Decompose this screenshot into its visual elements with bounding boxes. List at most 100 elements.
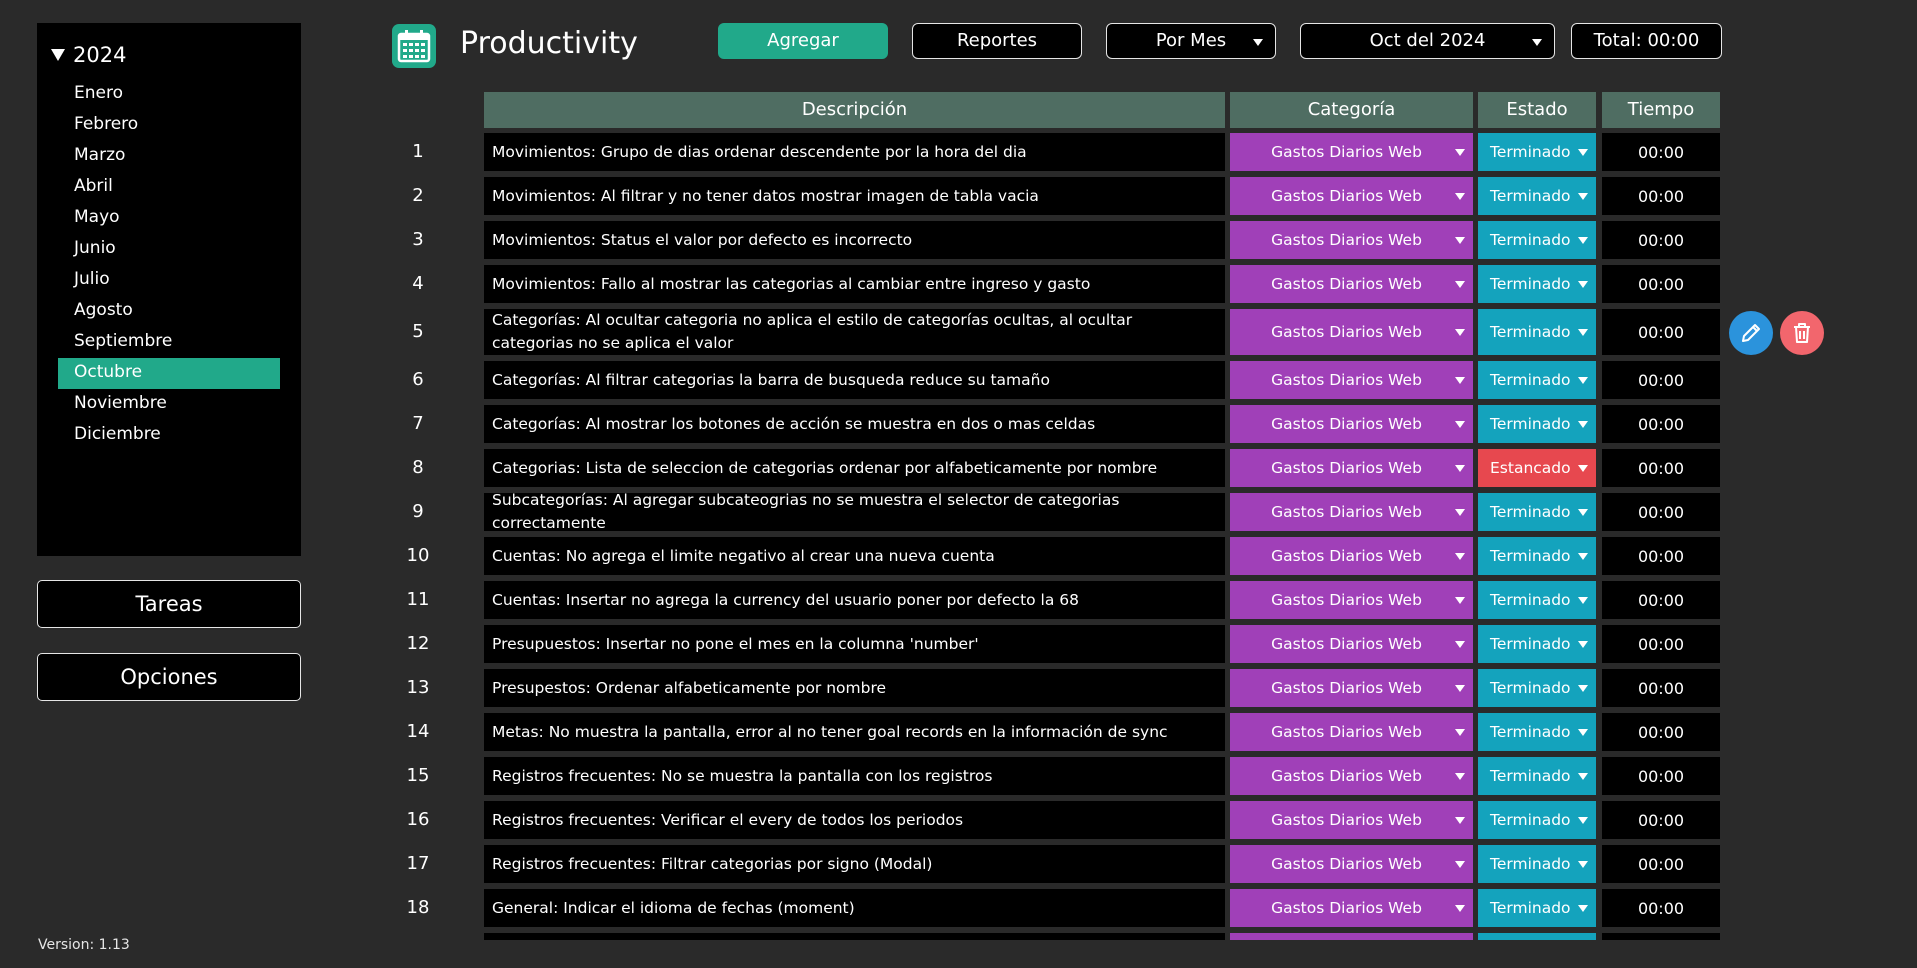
description-cell[interactable]: Movimientos: Grupo de dias ordenar desce… xyxy=(484,133,1225,171)
category-select[interactable]: Gastos Diarios Web xyxy=(1230,309,1473,355)
category-select[interactable]: Gastos Diarios Web xyxy=(1230,625,1473,663)
category-value: Gastos Diarios Web xyxy=(1271,811,1422,829)
category-select[interactable]: Gastos Diarios Web xyxy=(1230,713,1473,751)
time-cell: 00:00 xyxy=(1602,669,1720,707)
category-select[interactable]: Gastos Diarios Web xyxy=(1230,757,1473,795)
table-row[interactable]: 3 Movimientos: Status el valor por defect… xyxy=(0,221,1917,261)
status-select[interactable]: Terminado xyxy=(1478,625,1596,663)
year-toggle[interactable]: 2024 xyxy=(51,43,126,67)
status-select[interactable]: Terminado xyxy=(1478,801,1596,839)
category-value: Gastos Diarios Web xyxy=(1271,547,1422,565)
agregar-button[interactable]: Agregar xyxy=(718,23,888,59)
status-select[interactable]: Terminado xyxy=(1478,309,1596,355)
description-cell[interactable]: Registros frecuentes: No se muestra la p… xyxy=(484,757,1225,795)
edit-button[interactable] xyxy=(1729,311,1773,355)
category-select[interactable]: Gastos Diarios Web xyxy=(1230,493,1473,531)
status-select[interactable]: Terminado xyxy=(1478,713,1596,751)
status-select[interactable]: Terminado xyxy=(1478,669,1596,707)
status-select[interactable]: Estancado xyxy=(1478,449,1596,487)
category-select[interactable]: Gastos Diarios Web xyxy=(1230,133,1473,171)
status-select[interactable]: Terminado xyxy=(1478,757,1596,795)
table-row[interactable]: 18 General: Indicar el idioma de fechas (… xyxy=(0,889,1917,929)
category-select[interactable]: Gastos Diarios Web xyxy=(1230,221,1473,259)
category-select[interactable]: Gastos Diarios Web xyxy=(1230,537,1473,575)
table-row[interactable]: 13 Presupestos: Ordenar alfabeticamente p… xyxy=(0,669,1917,709)
table-row[interactable]: 11 Cuentas: Insertar no agrega la currenc… xyxy=(0,581,1917,621)
category-value: Gastos Diarios Web xyxy=(1271,323,1422,341)
table-row[interactable]: 16 Registros frecuentes: Verificar el eve… xyxy=(0,801,1917,841)
reportes-button[interactable]: Reportes xyxy=(912,23,1082,59)
status-select[interactable]: Terminado xyxy=(1478,405,1596,443)
status-value: Terminado xyxy=(1490,635,1571,653)
row-number: 9 xyxy=(412,501,424,522)
description-cell[interactable]: Categorias: Lista de seleccion de catego… xyxy=(484,449,1225,487)
status-select[interactable]: Terminado xyxy=(1478,221,1596,259)
category-select[interactable]: Gastos Diarios Web xyxy=(1230,581,1473,619)
column-header-estado[interactable]: Estado xyxy=(1478,92,1596,128)
table-row[interactable]: 7 Categorías: Al mostrar los botones de a… xyxy=(0,405,1917,445)
description-cell[interactable]: Metas: No muestra la pantalla, error al … xyxy=(484,713,1225,751)
chevron-down-icon xyxy=(1578,281,1588,288)
description-cell[interactable]: Registros frecuentes: Verificar el every… xyxy=(484,801,1225,839)
time-cell xyxy=(1602,933,1720,940)
status-select[interactable]: Terminado xyxy=(1478,845,1596,883)
status-select[interactable]: Terminado xyxy=(1478,889,1596,927)
description-cell[interactable]: Categorías: Al ocultar categoria no apli… xyxy=(484,309,1225,355)
time-cell: 00:00 xyxy=(1602,133,1720,171)
status-select[interactable]: Terminado xyxy=(1478,493,1596,531)
category-select[interactable]: Gastos Diarios Web xyxy=(1230,405,1473,443)
periodo-select[interactable]: Por Mes xyxy=(1106,23,1276,59)
mes-select[interactable]: Oct del 2024 xyxy=(1300,23,1555,59)
table-row[interactable]: 6 Categorías: Al filtrar categorias la ba… xyxy=(0,361,1917,401)
table-row[interactable]: 9 Subcategorías: Al agregar subcateogrias… xyxy=(0,491,1917,533)
column-header-descripcion[interactable]: Descripción xyxy=(484,92,1225,128)
table-row[interactable]: 14 Metas: No muestra la pantalla, error a… xyxy=(0,713,1917,753)
description-cell[interactable]: Categorías: Al filtrar categorias la bar… xyxy=(484,361,1225,399)
table-row[interactable]: 2 Movimientos: Al filtrar y no tener dato… xyxy=(0,177,1917,217)
table-row[interactable]: 5 Categorías: Al ocultar categoria no apl… xyxy=(0,309,1917,357)
chevron-down-icon xyxy=(1455,149,1465,156)
description-cell[interactable]: Presupestos: Ordenar alfabeticamente por… xyxy=(484,669,1225,707)
status-select[interactable]: Terminado xyxy=(1478,581,1596,619)
column-header-tiempo[interactable]: Tiempo xyxy=(1602,92,1720,128)
table-row[interactable]: 15 Registros frecuentes: No se muestra la… xyxy=(0,757,1917,797)
status-select[interactable]: Terminado xyxy=(1478,133,1596,171)
column-header-categoria[interactable]: Categoría xyxy=(1230,92,1473,128)
status-value: Terminado xyxy=(1490,547,1571,565)
description-cell[interactable]: Categorías: Al mostrar los botones de ac… xyxy=(484,405,1225,443)
category-select[interactable]: Gastos Diarios Web xyxy=(1230,889,1473,927)
description-cell[interactable]: General: Indicar el idioma de fechas (mo… xyxy=(484,889,1225,927)
category-select[interactable]: Gastos Diarios Web xyxy=(1230,845,1473,883)
chevron-down-icon xyxy=(1455,641,1465,648)
chevron-down-icon xyxy=(1578,817,1588,824)
category-select[interactable]: Gastos Diarios Web xyxy=(1230,177,1473,215)
table-row[interactable]: 12 Presupuestos: Insertar no pone el mes … xyxy=(0,625,1917,665)
delete-button[interactable] xyxy=(1780,311,1824,355)
table-row[interactable]: 10 Cuentas: No agrega el limite negativo … xyxy=(0,537,1917,577)
chevron-down-icon xyxy=(1455,237,1465,244)
category-select[interactable]: Gastos Diarios Web xyxy=(1230,669,1473,707)
description-cell[interactable]: Movimientos: Al filtrar y no tener datos… xyxy=(484,177,1225,215)
category-select[interactable]: Gastos Diarios Web xyxy=(1230,265,1473,303)
table-row[interactable]: 17 Registros frecuentes: Filtrar categori… xyxy=(0,845,1917,885)
status-select[interactable]: Terminado xyxy=(1478,361,1596,399)
chevron-down-icon xyxy=(1455,421,1465,428)
category-select[interactable]: Gastos Diarios Web xyxy=(1230,361,1473,399)
table-row[interactable]: 4 Movimientos: Fallo al mostrar las categ… xyxy=(0,265,1917,305)
table-row[interactable]: 8 Categorias: Lista de seleccion de categ… xyxy=(0,449,1917,489)
description-cell[interactable]: Movimientos: Fallo al mostrar las catego… xyxy=(484,265,1225,303)
description-cell[interactable]: Cuentas: No agrega el limite negativo al… xyxy=(484,537,1225,575)
description-cell[interactable]: Registros frecuentes: Filtrar categorias… xyxy=(484,845,1225,883)
description-cell[interactable]: Presupuestos: Insertar no pone el mes en… xyxy=(484,625,1225,663)
category-select[interactable]: Gastos Diarios Web xyxy=(1230,449,1473,487)
table-row[interactable]: 1 Movimientos: Grupo de dias ordenar desc… xyxy=(0,133,1917,173)
category-select[interactable]: Gastos Diarios Web xyxy=(1230,801,1473,839)
status-value: Terminado xyxy=(1490,371,1571,389)
description-cell[interactable]: Subcategorías: Al agregar subcateogrias … xyxy=(484,491,1225,532)
status-select[interactable]: Terminado xyxy=(1478,537,1596,575)
description-cell[interactable]: Cuentas: Insertar no agrega la currency … xyxy=(484,581,1225,619)
description-cell[interactable]: Movimientos: Status el valor por defecto… xyxy=(484,221,1225,259)
status-select[interactable]: Terminado xyxy=(1478,265,1596,303)
status-select[interactable]: Terminado xyxy=(1478,177,1596,215)
tasks-table: Descripción Categoría Estado Tiempo 1 Mov… xyxy=(0,92,1917,940)
